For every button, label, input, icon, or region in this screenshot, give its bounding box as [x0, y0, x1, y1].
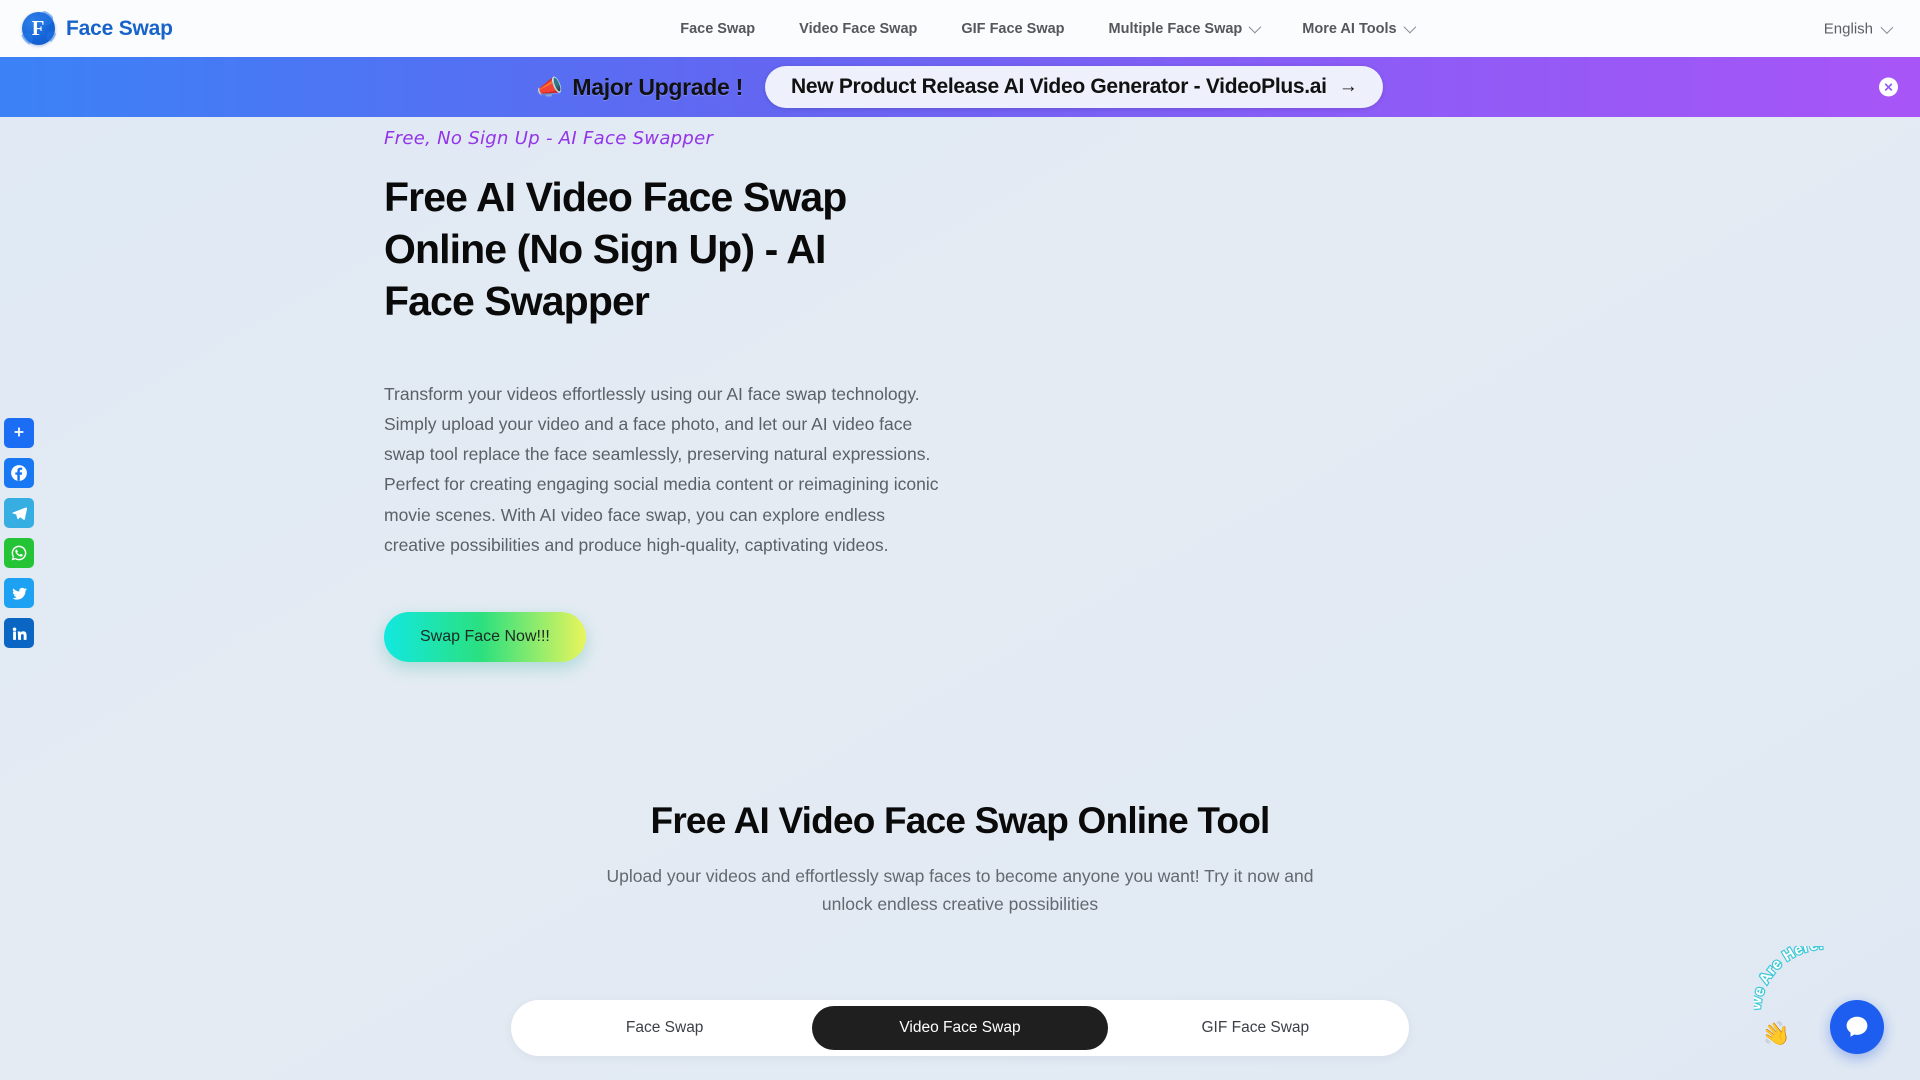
open-chat-button[interactable] — [1830, 1000, 1884, 1054]
chevron-down-icon — [1880, 20, 1894, 34]
brand-logo-link[interactable]: F Face Swap — [20, 10, 173, 47]
page-root: F Face Swap Face Swap Video Face Swap GI… — [0, 0, 1920, 1080]
top-navigation-bar: F Face Swap Face Swap Video Face Swap GI… — [0, 0, 1920, 57]
promo-headline-group: 📣 Major Upgrade ! — [536, 73, 744, 101]
promo-banner: 📣 Major Upgrade ! New Product Release AI… — [0, 57, 1920, 117]
svg-text:We Are Here!: We Are Here! — [1754, 946, 1825, 1012]
nav-label: More AI Tools — [1302, 20, 1397, 37]
nav-label: Face Swap — [680, 20, 756, 37]
waving-hand-icon: 👋 — [1759, 1018, 1793, 1050]
page-title: Free AI Video Face Swap Online (No Sign … — [384, 174, 847, 325]
nav-label: Multiple Face Swap — [1108, 20, 1243, 37]
section-subtitle: Upload your videos and effortlessly swap… — [606, 866, 1314, 915]
twitter-icon[interactable] — [4, 578, 34, 608]
facebook-icon[interactable] — [4, 458, 34, 488]
linkedin-icon[interactable] — [4, 618, 34, 648]
swap-face-now-button[interactable]: Swap Face Now!!! — [384, 611, 586, 662]
share-icon[interactable] — [4, 418, 34, 448]
nav-item-more-ai-tools[interactable]: More AI Tools — [1280, 13, 1434, 45]
nav-label: Video Face Swap — [799, 20, 918, 37]
whatsapp-icon[interactable] — [4, 538, 34, 568]
social-share-rail — [4, 418, 38, 648]
language-label: English — [1823, 20, 1873, 37]
close-icon[interactable]: ✕ — [1879, 77, 1898, 97]
mode-tab-switcher: Face Swap Video Face Swap GIF Face Swap — [511, 1000, 1409, 1056]
nav-label: GIF Face Swap — [961, 20, 1065, 37]
promo-pill-text: New Product Release AI Video Generator -… — [791, 75, 1327, 98]
language-selector[interactable]: English — [1823, 20, 1894, 37]
tool-section-header: Free AI Video Face Swap Online Tool Uplo… — [0, 800, 1920, 919]
section-title: Free AI Video Face Swap Online Tool — [650, 800, 1271, 841]
chat-widget: We Are Here! 👋 — [1748, 946, 1898, 1068]
telegram-icon[interactable] — [4, 498, 34, 528]
primary-nav-links: Face Swap Video Face Swap GIF Face Swap … — [658, 13, 1434, 45]
tab-video-face-swap[interactable]: Video Face Swap — [812, 1006, 1108, 1050]
chevron-down-icon — [1403, 20, 1416, 34]
nav-item-multiple-face-swap[interactable]: Multiple Face Swap — [1087, 13, 1281, 45]
nav-item-gif-face-swap[interactable]: GIF Face Swap — [939, 13, 1086, 45]
promo-headline: Major Upgrade ! — [572, 73, 743, 100]
brand-name: Face Swap — [66, 16, 173, 40]
nav-item-video-face-swap[interactable]: Video Face Swap — [777, 13, 939, 45]
tab-face-swap[interactable]: Face Swap — [517, 1006, 812, 1050]
nav-item-face-swap[interactable]: Face Swap — [658, 13, 777, 45]
tab-gif-face-swap[interactable]: GIF Face Swap — [1108, 1006, 1403, 1050]
promo-cta-pill[interactable]: New Product Release AI Video Generator -… — [765, 66, 1384, 108]
hero-eyebrow: Free, No Sign Up - AI Face Swapper — [384, 128, 714, 149]
arrow-right-icon: → — [1338, 76, 1358, 97]
chat-bubble-icon — [1846, 1016, 1868, 1037]
logo-letter: F — [31, 16, 45, 40]
chevron-down-icon — [1248, 20, 1262, 34]
megaphone-icon: 📣 — [536, 75, 563, 99]
face-swap-logo-icon: F — [20, 10, 57, 47]
hero-description: Transform your videos effortlessly using… — [384, 384, 939, 555]
hero-section: Free, No Sign Up - AI Face Swapper Free … — [384, 128, 964, 662]
